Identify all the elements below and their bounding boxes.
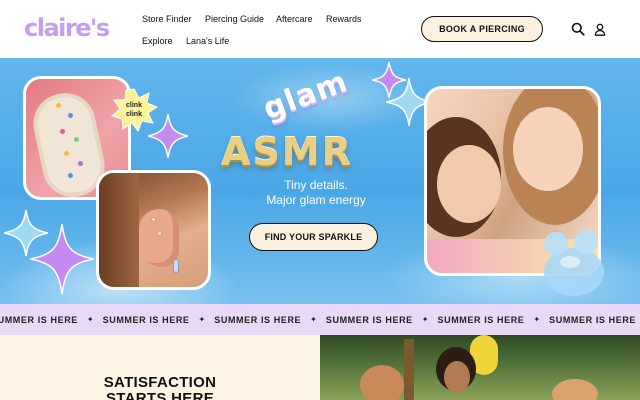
ticker-track: SUMMER IS HERE ✦ SUMMER IS HERE ✦ SUMMER IS … [0, 315, 640, 325]
earring-drop [173, 259, 179, 273]
nav-explore[interactable]: Explore [142, 35, 173, 47]
face [360, 365, 404, 400]
ticker-text: SUMMER IS HERE [325, 314, 413, 325]
claires-logo[interactable]: claire's [24, 14, 110, 42]
book-a-piercing-button[interactable]: BOOK A PIERCING [421, 16, 543, 42]
promo-heading-line2: STARTS HERE [105, 390, 215, 400]
promo-photo [320, 335, 640, 400]
jewel [68, 113, 73, 118]
ticker-text: SUMMER IS HERE [549, 314, 637, 325]
hero-title-asmr: ASMR [221, 130, 353, 174]
jewel [60, 129, 65, 134]
ticker-item: SUMMER IS HERE ✦ [214, 315, 326, 325]
earring [157, 231, 162, 236]
sticker-text-line1: clink [126, 102, 142, 109]
nav-aftercare[interactable]: Aftercare [276, 13, 313, 25]
face [513, 107, 583, 191]
ticker-item: SUMMER IS HERE ✦ [103, 315, 215, 325]
ticker-item: SUMMER IS HERE ✦ [0, 315, 103, 325]
hero-banner: clink clink glam ASMR Tiny details. Majo… [0, 58, 640, 304]
face [444, 361, 470, 393]
ticker-item: SUMMER IS HERE✦ [549, 315, 640, 325]
ticker-item: SUMMER IS HERE ✦ [438, 315, 550, 325]
gummy-bear-icon [544, 230, 604, 296]
ticker-text: SUMMER IS HERE [102, 314, 190, 325]
jewel [68, 173, 73, 178]
search-icon[interactable] [570, 21, 586, 37]
ear [139, 209, 179, 267]
promo-heading-line1: SATISFACTION [103, 374, 217, 391]
nav-piercing-guide[interactable]: Piercing Guide [205, 13, 264, 25]
jewel [78, 161, 83, 166]
face [437, 145, 501, 223]
nav-store-finder[interactable]: Store Finder [142, 13, 192, 25]
hero-title-glam: glam [258, 64, 353, 127]
earring [151, 217, 156, 222]
jewel [64, 151, 69, 156]
face [552, 379, 598, 400]
ear-piercing-photo [96, 170, 211, 290]
hero-tagline-line2: Major glam energy [266, 193, 366, 207]
site-header: claire's Store Finder Piercing Guide Aft… [0, 0, 640, 58]
hero-tagline-line1: Tiny details. [284, 178, 348, 192]
sparkle-separator-icon: ✦ [198, 315, 206, 324]
account-icon[interactable] [592, 21, 608, 37]
sparkle-separator-icon: ✦ [86, 315, 94, 324]
sparkle-separator-icon: ✦ [421, 315, 429, 324]
hair [99, 173, 139, 287]
jewel [56, 103, 61, 108]
sparkle-separator-icon: ✦ [533, 315, 541, 324]
sparkle-icon [148, 114, 188, 158]
jewel [74, 137, 79, 142]
promo-panel: SATISFACTION STARTS HERE [0, 335, 320, 400]
ticker-text: SUMMER IS HERE [0, 314, 78, 325]
promo-heading: SATISFACTION STARTS HERE [0, 375, 320, 400]
sparkle-separator-icon: ✦ [310, 315, 317, 324]
nav-lanas-life[interactable]: Lana's Life [186, 35, 229, 47]
find-your-sparkle-button[interactable]: FIND YOUR SPARKLE [249, 223, 378, 251]
announcement-ticker: SUMMER IS HERE ✦ SUMMER IS HERE ✦ SUMMER IS … [0, 304, 640, 335]
sparkle-icon [30, 224, 94, 294]
ticker-item: SUMMER IS HERE ✦ [326, 315, 438, 325]
tree-trunk [404, 339, 414, 400]
ticker-text: SUMMER IS HERE [437, 314, 525, 325]
nav-rewards[interactable]: Rewards [326, 13, 362, 25]
ticker-text: SUMMER IS HERE [214, 314, 302, 325]
